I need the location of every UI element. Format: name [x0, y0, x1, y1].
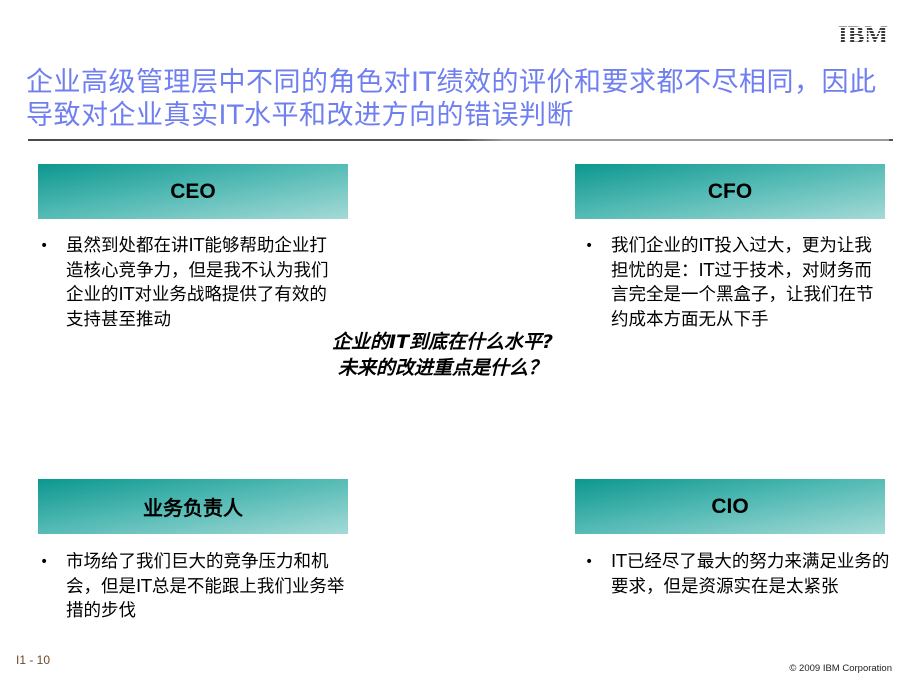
role-label-cio: CIO — [711, 494, 749, 518]
ibm-logo: IBM — [838, 22, 888, 46]
role-box-ceo: CEO — [38, 164, 348, 219]
role-box-cfo: CFO — [575, 164, 885, 219]
bullet-dot-icon: • — [40, 554, 49, 570]
bullet-text-ceo: 虽然到处都在讲IT能够帮助企业打造核心竞争力，但是我不认为我们企业的IT对业务战… — [66, 236, 329, 330]
role-box-cio: CIO — [575, 479, 885, 534]
copyright: © 2009 IBM Corporation — [789, 663, 892, 674]
page-number: I1 - 10 — [16, 653, 51, 667]
bullet-text-cio: IT已经尽了最大的努力来满足业务的要求，但是资源实在是太紧张 — [611, 552, 890, 597]
center-question-line2: 未来的改进重点是什么？ — [338, 357, 548, 379]
bullet-text-business-owner: 市场给了我们巨大的竞争压力和机会，但是IT总是不能跟上我们业务举措的步伐 — [66, 552, 345, 621]
bullet-business-owner: • 市场给了我们巨大的竞争压力和机会，但是IT总是不能跟上我们业务举措的步伐 — [40, 550, 350, 624]
center-question-line1: 企业的IT到底在什么水平? — [332, 331, 554, 353]
role-label-ceo: CEO — [170, 179, 216, 203]
bullet-text-cfo: 我们企业的IT投入过大，更为让我担忧的是：IT过于技术，对财务而言完全是一个黑盒… — [611, 236, 874, 330]
bullet-dot-icon: • — [40, 238, 49, 254]
title-divider — [28, 139, 893, 141]
bullet-dot-icon: • — [585, 238, 594, 254]
center-question: 企业的IT到底在什么水平? 未来的改进重点是什么？ — [332, 329, 602, 381]
slide-title: 企业高级管理层中不同的角色对IT绩效的评价和要求都不尽相同，因此导致对企业真实I… — [26, 67, 877, 131]
title-divider-end — [889, 139, 893, 141]
bullet-dot-icon: • — [585, 554, 594, 570]
bullet-cio: • IT已经尽了最大的努力来满足业务的要求，但是资源实在是太紧张 — [585, 550, 890, 599]
bullet-cfo: • 我们企业的IT投入过大，更为让我担忧的是：IT过于技术，对财务而言完全是一个… — [585, 234, 885, 332]
bullet-ceo: • 虽然到处都在讲IT能够帮助企业打造核心竞争力，但是我不认为我们企业的IT对业… — [40, 234, 340, 332]
role-label-cfo: CFO — [707, 179, 753, 203]
svg-text:IBM: IBM — [838, 22, 888, 46]
role-label-business-owner: 业务负责人 — [143, 496, 243, 520]
role-box-business-owner: 业务负责人 — [38, 479, 348, 534]
